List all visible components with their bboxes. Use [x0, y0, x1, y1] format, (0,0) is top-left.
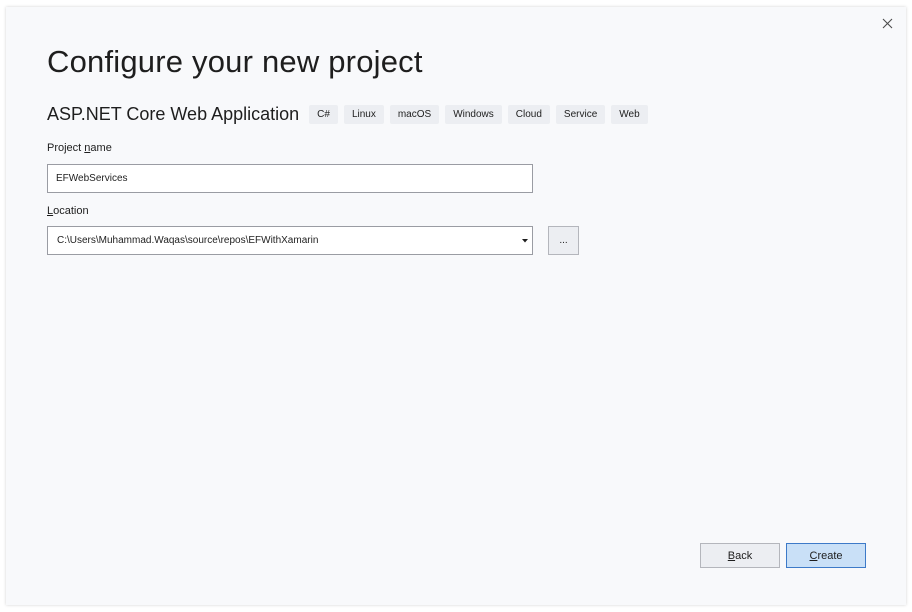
template-name: ASP.NET Core Web Application [47, 103, 300, 124]
create-button[interactable]: Create [786, 543, 866, 568]
close-button[interactable] [877, 13, 897, 33]
back-button[interactable]: Back [700, 543, 780, 568]
tag-cloud: Cloud [507, 104, 550, 124]
tag-csharp: C# [309, 104, 338, 124]
create-button-label: reate [817, 549, 843, 562]
browse-button[interactable]: ... [548, 226, 579, 255]
template-info: ASP.NET Core Web Application C# Linux ma… [47, 103, 654, 125]
tag-windows: Windows [445, 104, 502, 124]
dropdown-arrow-icon [522, 238, 528, 242]
location-label: Location [47, 205, 89, 217]
project-name-label-suffix: ame [90, 142, 112, 154]
page-title: Configure your new project [47, 44, 423, 79]
tag-macos: macOS [389, 104, 440, 124]
back-button-mnemonic: B [727, 549, 736, 562]
close-icon [882, 18, 892, 28]
create-button-mnemonic: C [809, 549, 818, 562]
tag-web: Web [611, 104, 648, 124]
location-dropdown-button[interactable] [518, 227, 532, 254]
tag-service: Service [555, 104, 606, 124]
configure-project-dialog: Configure your new project ASP.NET Core … [6, 7, 906, 605]
tag-linux: Linux [343, 104, 384, 124]
project-name-label: Project name [47, 142, 112, 154]
back-button-label: ack [735, 549, 753, 562]
location-combobox[interactable]: C:\Users\Muhammad.Waqas\source\repos\EFW… [47, 226, 533, 255]
project-name-input[interactable] [47, 164, 533, 193]
project-name-label-prefix: Project [47, 142, 85, 154]
location-label-suffix: ocation [53, 205, 89, 217]
location-input[interactable]: C:\Users\Muhammad.Waqas\source\repos\EFW… [48, 235, 518, 246]
